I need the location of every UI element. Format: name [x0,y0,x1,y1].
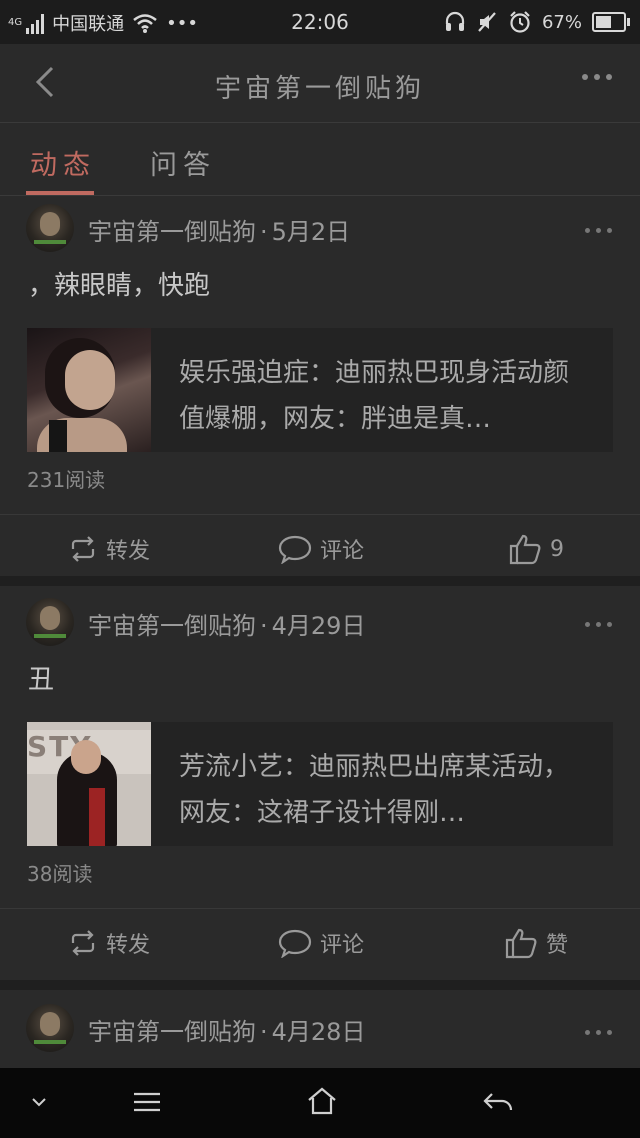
post-more-icon[interactable] [585,622,612,627]
repost-button[interactable]: 转发 [68,927,150,959]
article-thumbnail [27,328,151,452]
post-header: 宇宙第一倒贴狗 · 4月29日 [0,586,640,652]
post-date: 4月28日 [271,1018,366,1046]
post-text[interactable]: 丑 [0,652,640,714]
post-text[interactable]: ，辣眼睛，快跑 [0,258,640,320]
status-right: 67% [444,10,630,34]
like-button[interactable]: 赞 [504,927,568,959]
battery-icon [592,12,630,32]
post-more-icon[interactable] [585,228,612,233]
repost-icon [71,536,95,562]
read-count: 38阅读 [27,862,93,886]
repost-icon [71,930,95,956]
like-label: 赞 [545,933,568,958]
home-icon[interactable] [306,1086,338,1116]
avatar[interactable] [26,204,74,252]
headset-icon [445,11,465,31]
like-icon [505,928,537,959]
comment-icon [278,929,312,958]
author-name: 宇宙第一倒贴狗 [88,612,256,640]
avatar[interactable] [26,598,74,646]
post-author-line[interactable]: 宇宙第一倒贴狗 · 4月28日 [88,1012,365,1047]
article-link-card[interactable]: STY 芳流小艺：迪丽热巴出席某活动，网友：这裙子设计得刚… [27,722,613,846]
battery-percent: 67% [541,11,582,33]
mute-icon [478,12,496,32]
post-header: 宇宙第一倒贴狗 · 4月28日 [0,990,640,1070]
post-card: 宇宙第一倒贴狗 · 5月2日 ，辣眼睛，快跑 娱乐强迫症：迪丽热巴现身活动颜值爆棚，… [0,196,640,576]
article-thumbnail: STY [27,722,151,846]
tab-bar: 动态 问答 [0,123,640,196]
nav-bar: 宇宙第一倒贴狗 [0,44,640,123]
status-bar: 4G 中国联通 ••• 22:06 67% [0,0,640,44]
author-name: 宇宙第一倒贴狗 [88,1018,256,1046]
avatar[interactable] [26,1004,74,1052]
comment-icon [278,535,312,564]
repost-button[interactable]: 转发 [68,533,150,565]
more-icon[interactable] [582,74,612,80]
card-separator [0,980,640,990]
like-count: 9 [550,536,564,562]
post-more-icon[interactable] [585,1030,612,1035]
article-title: 娱乐强迫症：迪丽热巴现身活动颜值爆棚，网友：胖迪是真… [179,358,569,434]
chevron-down-icon[interactable] [30,1096,48,1108]
post-date: 5月2日 [271,218,351,246]
repost-label: 转发 [106,539,151,564]
post-card: 宇宙第一倒贴狗 · 4月29日 丑 STY 芳流小艺：迪丽热巴出席某活动，网友：这裙… [0,586,640,980]
comment-label: 评论 [320,539,365,564]
page-title: 宇宙第一倒贴狗 [214,74,425,104]
like-icon [509,534,541,565]
tab-dynamic[interactable]: 动态 [30,143,96,182]
post-header: 宇宙第一倒贴狗 · 5月2日 [0,196,640,258]
tab-qa[interactable]: 问答 [150,143,216,182]
post-author-line[interactable]: 宇宙第一倒贴狗 · 5月2日 [88,212,350,247]
comment-label: 评论 [320,933,365,958]
comment-button[interactable]: 评论 [278,533,364,565]
post-card: 宇宙第一倒贴狗 · 4月28日 [0,990,640,1080]
author-name: 宇宙第一倒贴狗 [88,218,256,246]
like-button[interactable]: 9 [508,533,564,565]
post-actions: 转发 评论 9 [0,514,640,585]
active-tab-indicator [26,191,94,195]
separator: · [260,1018,268,1046]
alarm-icon [510,11,530,33]
article-link-card[interactable]: 娱乐强迫症：迪丽热巴现身活动颜值爆棚，网友：胖迪是真… [27,328,613,452]
post-date: 4月29日 [271,612,366,640]
article-title: 芳流小艺：迪丽热巴出席某活动，网友：这裙子设计得刚… [179,752,569,828]
repost-label: 转发 [106,933,151,958]
return-icon[interactable] [482,1090,514,1114]
system-nav-bar [0,1068,640,1138]
post-actions: 转发 评论 赞 [0,908,640,979]
read-count: 231阅读 [27,468,106,492]
post-author-line[interactable]: 宇宙第一倒贴狗 · 4月29日 [88,606,365,641]
separator: · [260,218,268,246]
feed: 宇宙第一倒贴狗 · 5月2日 ，辣眼睛，快跑 娱乐强迫症：迪丽热巴现身活动颜值爆棚，… [0,196,640,1080]
menu-icon[interactable] [132,1090,162,1114]
separator: · [260,612,268,640]
comment-button[interactable]: 评论 [278,927,364,959]
